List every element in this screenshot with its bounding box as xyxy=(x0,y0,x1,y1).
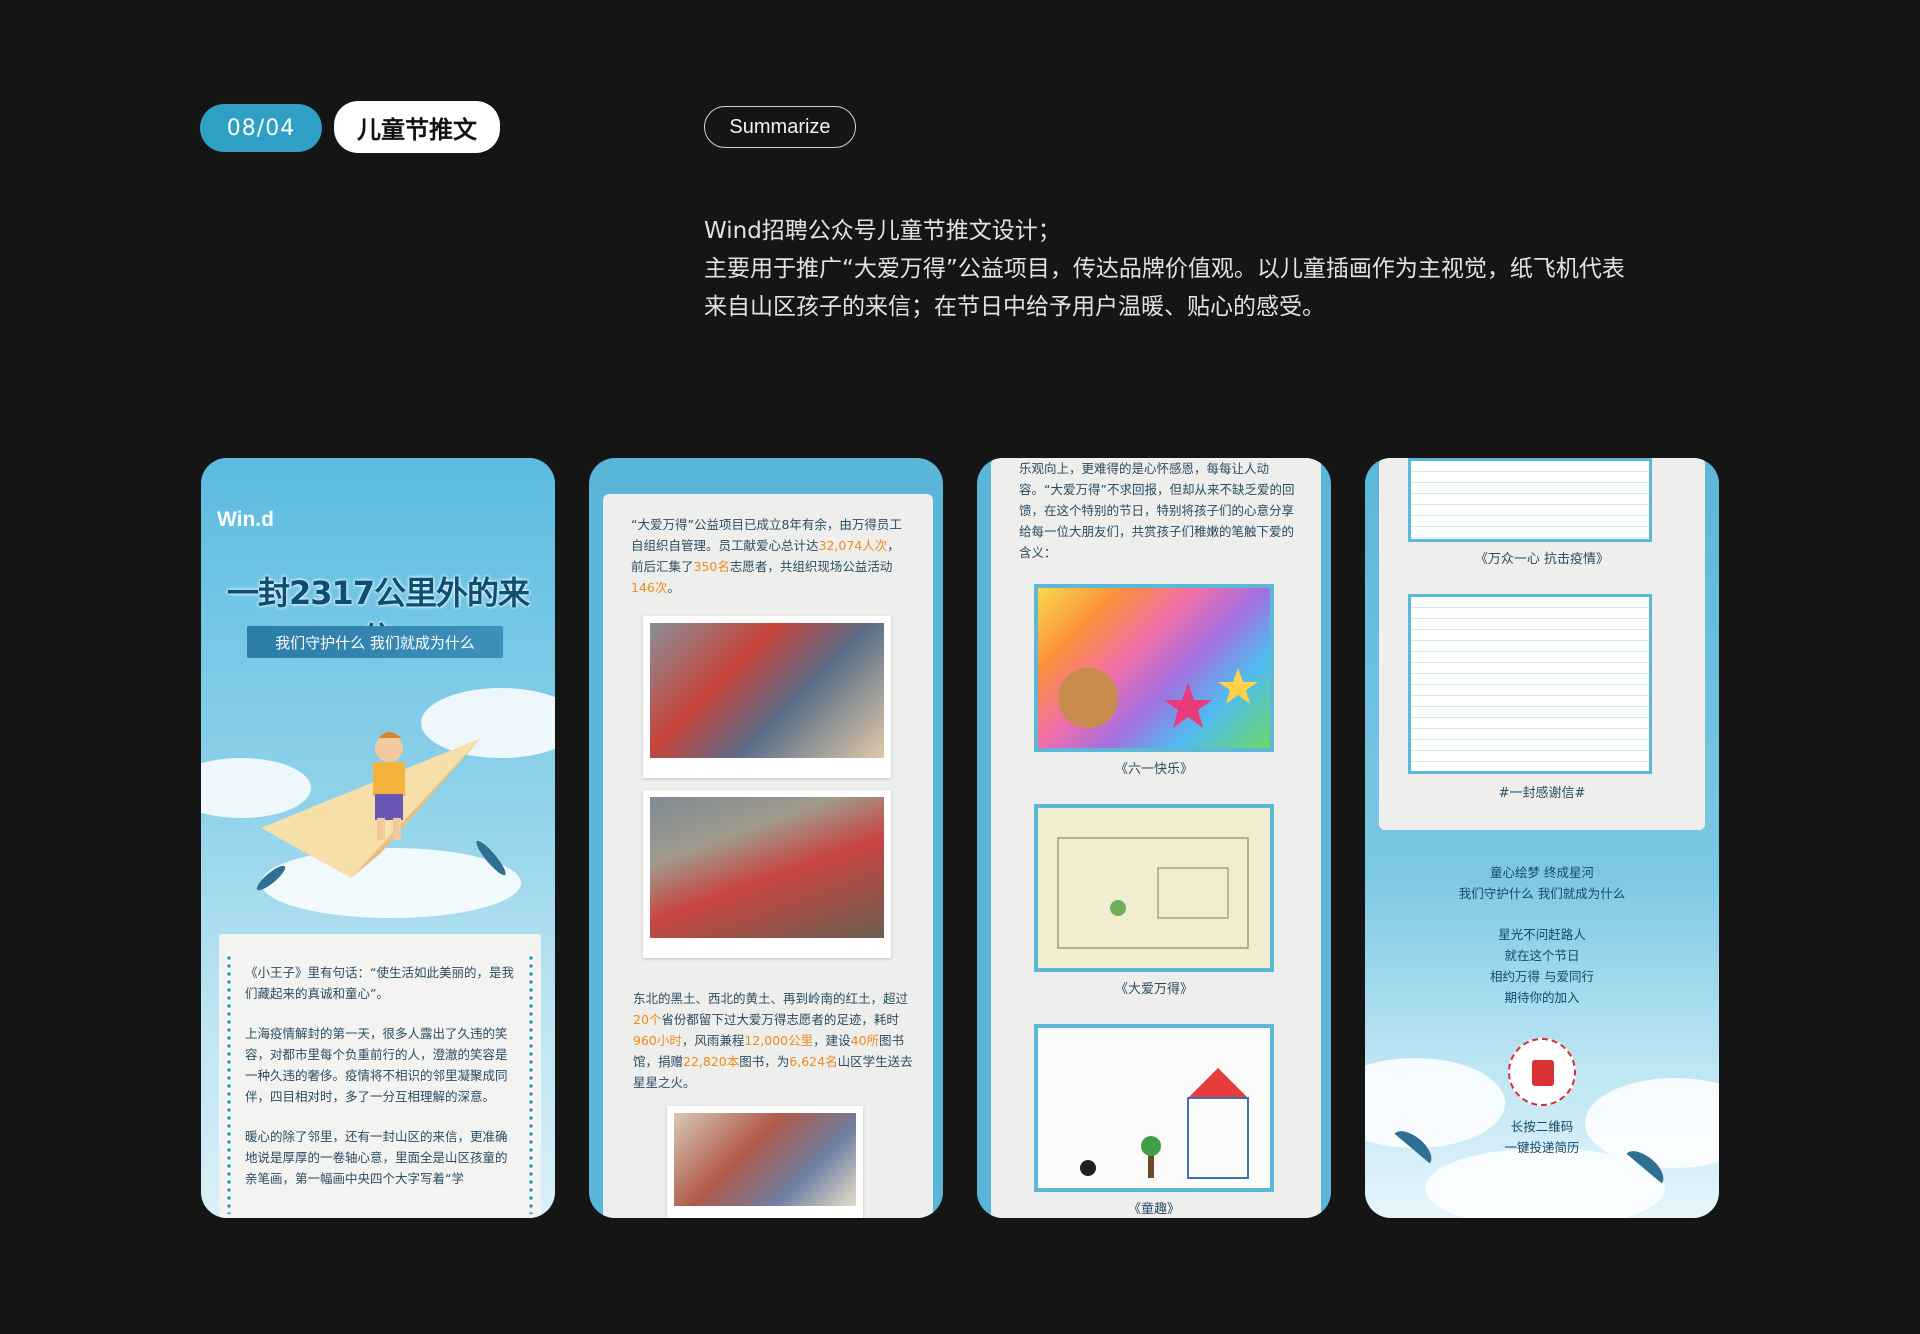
cloud-shape xyxy=(1425,1148,1665,1218)
charity-journey-paragraph: 东北的黑土、西北的黄土、再到岭南的红土，超过20个省份都留下过大爱万得志愿者的足… xyxy=(633,991,913,1090)
qr-logo-icon xyxy=(1532,1060,1554,1086)
qr-code[interactable] xyxy=(1508,1038,1576,1106)
intro-paragraph: 上海疫情解封的第一天，很多人露出了久违的笑容，对都市里每个负重前行的人，澄澈的笑… xyxy=(245,1026,508,1104)
letter-caption: #一封感谢信# xyxy=(1498,786,1586,801)
closing-line: 星光不问赶路人 xyxy=(1498,927,1586,942)
drawing-caption: 《六一快乐》 xyxy=(1114,762,1193,777)
library-photo xyxy=(667,1106,863,1218)
drawings-intro: 乐观向上，更难得的是心怀感恩，每每让人动容。“大爱万得”不求回报，但却从来不缺乏… xyxy=(1019,461,1295,560)
page-number-badge: 08/04 xyxy=(200,104,322,152)
project-description: Wind招聘公众号儿童节推文设计； 主要用于推广“大爱万得”公益项目，传达品牌价… xyxy=(704,212,1704,326)
drawing-caption: 《大爱万得》 xyxy=(1114,982,1193,997)
summarize-badge: Summarize xyxy=(704,106,856,148)
description-line: 来自山区孩子的来信；在节日中给予用户温暖、贴心的感受。 xyxy=(704,294,1325,320)
closing-line: 童心绘梦 终成星河 xyxy=(1490,865,1594,880)
charity-stats-paragraph: “大爱万得”公益项目已成立8年有余，由万得员工自组织自管理。员工献爱心总计达32… xyxy=(631,517,902,595)
section-title-badge: 儿童节推文 xyxy=(334,101,500,153)
closing-line: 期待你的加入 xyxy=(1504,990,1580,1005)
drawing-sketch xyxy=(1080,1068,1249,1179)
cover-banner: 我们守护什么 我们就成为什么 xyxy=(247,626,503,658)
closing-line: 相约万得 与爱同行 xyxy=(1490,969,1594,984)
volunteer-photo xyxy=(643,790,891,958)
description-line: 主要用于推广“大爱万得”公益项目，传达品牌价值观。以儿童插画作为主视觉，纸飞机代… xyxy=(704,256,1625,282)
phone-mockup-charity: “大爱万得”公益项目已成立8年有余，由万得员工自组织自管理。员工献爱心总计达32… xyxy=(589,458,943,1218)
child-drawing xyxy=(1034,584,1274,752)
qr-instruction: 长按二维码 xyxy=(1510,1119,1574,1134)
phone-mockup-closing: 《万众一心 抗击疫情》 #一封感谢信# 童心绘梦 终成星河 我们守护什么 我们就… xyxy=(1365,458,1719,1218)
intro-text-card: 《小王子》里有句话：“使生活如此美丽的，是我们藏起来的真诚和童心”。 上海疫情解… xyxy=(219,934,541,1218)
closing-line: 就在这个节日 xyxy=(1504,948,1580,963)
drawing-sketch xyxy=(1058,668,1258,728)
child-poster xyxy=(1408,458,1652,542)
photo-image xyxy=(674,1113,856,1206)
child-drawing xyxy=(1034,1024,1274,1192)
photo-image xyxy=(650,797,884,938)
phone-mockup-drawings: 乐观向上，更难得的是心怀感恩，每每让人动容。“大爱万得”不求回报，但却从来不缺乏… xyxy=(977,458,1331,1218)
description-line: Wind招聘公众号儿童节推文设计； xyxy=(704,218,1061,244)
drawing-caption: 《童趣》 xyxy=(1127,1202,1180,1217)
volunteer-photo xyxy=(643,616,891,778)
thank-you-letter xyxy=(1408,594,1652,774)
phone-mockup-cover: Win.d 一封2317公里外的来信 我们守护什么 我们就成为什么 《小王子》里… xyxy=(201,458,555,1218)
drawing-sketch xyxy=(1057,837,1249,949)
paper-plane-illustration xyxy=(256,732,506,891)
closing-line: 我们守护什么 我们就成为什么 xyxy=(1458,886,1626,901)
intro-paragraph: 《小王子》里有句话：“使生活如此美丽的，是我们藏起来的真诚和童心”。 xyxy=(245,965,514,1001)
poster-caption: 《万众一心 抗击疫情》 xyxy=(1474,552,1610,567)
intro-paragraph: 暖心的除了邻里，还有一封山区的来信，更准确地说是厚厚的一卷轴心意，里面全是山区孩… xyxy=(245,1129,508,1186)
photo-image xyxy=(650,623,884,758)
dotted-border xyxy=(227,954,231,1214)
child-drawing xyxy=(1034,804,1274,972)
dotted-border xyxy=(529,954,533,1214)
brand-logo: Win.d xyxy=(217,508,274,531)
